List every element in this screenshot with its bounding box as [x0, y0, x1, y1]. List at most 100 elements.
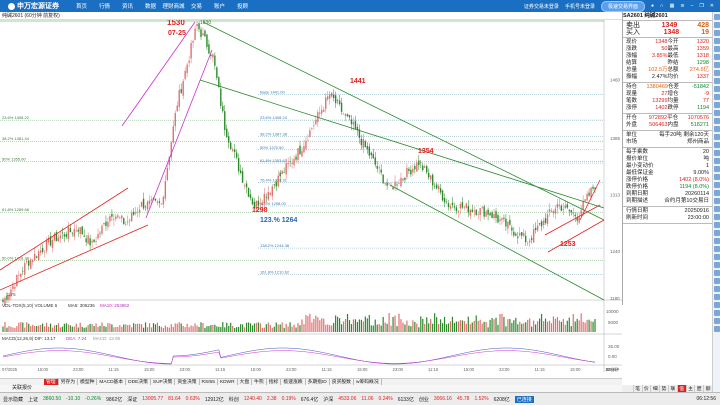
- side-tool-icon[interactable]: [714, 326, 720, 332]
- panel-tab[interactable]: 细: [650, 385, 659, 392]
- candle: [192, 41, 194, 43]
- volume-bar: [420, 316, 422, 332]
- volume-bar: [125, 324, 127, 332]
- side-tool-icon[interactable]: [714, 166, 720, 172]
- volume-bar: [97, 326, 99, 332]
- side-tool-icon[interactable]: [714, 206, 720, 212]
- side-tool-icon[interactable]: [714, 278, 720, 284]
- panel-tab[interactable]: 势: [659, 385, 668, 392]
- side-tool-icon[interactable]: [714, 246, 720, 252]
- menu-icon[interactable]: ≋: [680, 3, 684, 9]
- side-tool-icon[interactable]: [714, 238, 720, 244]
- nav-item[interactable]: 交易: [185, 2, 208, 10]
- close-icon[interactable]: ✕: [710, 3, 714, 9]
- side-tool-icon[interactable]: [714, 254, 720, 260]
- panel-tab[interactable]: 值: [676, 385, 686, 392]
- side-tool-icon[interactable]: [714, 62, 720, 68]
- panel-tab[interactable]: 主: [685, 385, 695, 392]
- volume-bar: [144, 322, 147, 332]
- nav-item[interactable]: 账户: [208, 2, 231, 10]
- volume-bar: [249, 323, 252, 332]
- volume-bar: [479, 319, 481, 332]
- panel-tab[interactable]: 匿: [694, 385, 703, 392]
- nav-item[interactable]: 首页: [70, 2, 93, 10]
- volume-bar: [59, 327, 62, 332]
- restore-icon[interactable]: ❐: [699, 3, 703, 9]
- kline-chart[interactable]: 23.6% 1408.22 38.2% 1381.44 50% 1355.00 61.…: [0, 20, 622, 378]
- side-tool-icon[interactable]: [714, 30, 720, 36]
- volume-bar: [487, 327, 489, 332]
- panel-tab[interactable]: 价: [641, 385, 651, 392]
- volume-bar: [503, 316, 505, 332]
- side-tool-icon[interactable]: [714, 46, 720, 52]
- nav-item[interactable]: 数据: [139, 2, 162, 10]
- grid-icon[interactable]: ▦: [670, 3, 675, 9]
- side-tool-icon[interactable]: [714, 230, 720, 236]
- side-tool-icon[interactable]: [714, 214, 720, 220]
- side-tool-icon[interactable]: [714, 158, 720, 164]
- vol-axis-label: 10000: [606, 309, 619, 314]
- candle: [515, 233, 517, 236]
- candle: [527, 242, 529, 244]
- panel-tab[interactable]: 联: [667, 385, 677, 392]
- side-tool-icon[interactable]: [714, 38, 720, 44]
- side-tool-icon[interactable]: [714, 86, 720, 92]
- volume-bar: [89, 323, 91, 332]
- side-tool-icon[interactable]: [714, 174, 720, 180]
- volume-bar: [584, 322, 586, 332]
- side-tool-icon[interactable]: [714, 294, 720, 300]
- quick-trade-button[interactable]: 极速交易界面: [600, 0, 645, 12]
- macd-axis-label: 0.00: [608, 354, 617, 359]
- volume-bar: [428, 323, 430, 332]
- candle: [562, 209, 565, 211]
- panel-tab[interactable]: 额: [703, 385, 712, 392]
- nav-item[interactable]: 行情: [93, 2, 116, 10]
- related-quote-tab[interactable]: 关联报价: [0, 385, 622, 392]
- side-tool-icon[interactable]: [714, 134, 720, 140]
- side-tool-icon[interactable]: [714, 78, 720, 84]
- nav-item[interactable]: 投顾: [231, 2, 254, 10]
- side-tool-icon[interactable]: [714, 150, 720, 156]
- side-tool-icon[interactable]: [714, 14, 720, 20]
- side-tool-icon[interactable]: [714, 318, 720, 324]
- candle: [127, 221, 129, 223]
- candle: [24, 263, 26, 275]
- side-tool-icon[interactable]: [714, 198, 720, 204]
- side-tool-icon[interactable]: [714, 302, 720, 308]
- mobile-login-link[interactable]: 手机号未登录: [565, 3, 595, 10]
- nav-item[interactable]: 资讯: [116, 2, 139, 10]
- candle: [228, 136, 230, 143]
- volume-bar: [208, 326, 210, 332]
- headset-icon[interactable]: ∩: [660, 3, 664, 9]
- show-hide-toggle[interactable]: 显示隐藏: [3, 396, 23, 403]
- info-value: 20250916: [684, 208, 709, 214]
- side-tool-icon[interactable]: [714, 94, 720, 100]
- skin-icon[interactable]: ●: [651, 3, 654, 9]
- side-tool-icon[interactable]: [714, 310, 720, 316]
- time-axis-label: 15:00: [570, 367, 581, 372]
- side-tool-icon[interactable]: [714, 118, 720, 124]
- panel-tab[interactable]: 笔: [632, 385, 642, 392]
- side-tool-icon[interactable]: [714, 142, 720, 148]
- candle: [115, 216, 117, 220]
- side-tool-icon[interactable]: [714, 102, 720, 108]
- side-tool-icon[interactable]: [714, 182, 720, 188]
- candle: [511, 227, 513, 231]
- minimize-icon[interactable]: –: [691, 3, 694, 9]
- side-tool-icon[interactable]: [714, 222, 720, 228]
- side-tool-icon[interactable]: [714, 70, 720, 76]
- side-tool-icon[interactable]: [714, 270, 720, 276]
- candle: [483, 206, 485, 217]
- side-tool-icon[interactable]: [714, 286, 720, 292]
- candle: [321, 110, 323, 114]
- time-axis-label: 15:00: [144, 367, 155, 372]
- side-tool-icon[interactable]: [714, 190, 720, 196]
- side-tool-icon[interactable]: [714, 54, 720, 60]
- side-tool-icon[interactable]: [714, 22, 720, 28]
- nav-item[interactable]: 理财商城: [162, 2, 185, 10]
- panel-tabs: 笔价细势联值主匿额: [622, 385, 712, 392]
- securities-login-link[interactable]: 证券交易未登录: [524, 3, 559, 10]
- side-tool-icon[interactable]: [714, 262, 720, 268]
- side-tool-icon[interactable]: [714, 110, 720, 116]
- side-tool-icon[interactable]: [714, 126, 720, 132]
